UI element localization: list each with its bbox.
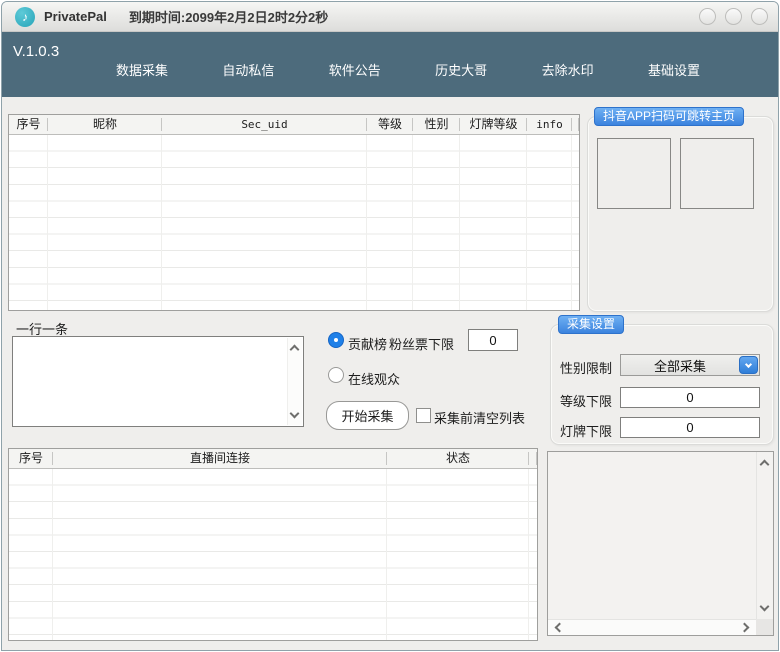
- clear-before-collect-checkbox[interactable]: [416, 408, 431, 423]
- nav-bar: V.1.0.3 数据采集 自动私信 软件公告 历史大哥 去除水印 基础设置: [2, 32, 778, 97]
- qr-panel-title: 抖音APP扫码可跳转主页: [594, 107, 744, 126]
- qr-panel: [587, 116, 774, 312]
- log-vertical-scrollbar[interactable]: [756, 452, 773, 619]
- qr-code-right: [680, 138, 754, 209]
- col-info: info: [527, 115, 572, 134]
- app-logo-music-note-icon: ♪: [15, 7, 35, 27]
- contribution-rank-radio[interactable]: [328, 332, 344, 348]
- scroll-down-icon[interactable]: [290, 409, 300, 419]
- qr-code-left: [597, 138, 671, 209]
- gender-limit-value: 全部采集: [621, 356, 739, 375]
- contribution-rank-label[interactable]: 贡献榜: [348, 334, 387, 353]
- close-button[interactable]: [751, 8, 768, 25]
- online-viewers-label[interactable]: 在线观众: [348, 369, 400, 388]
- scrollbar-corner: [756, 619, 773, 635]
- user-table: 序号 昵称 Sec_uid 等级 性别 灯牌等级 info: [8, 114, 580, 311]
- col-sec-uid: Sec_uid: [162, 115, 367, 134]
- expiry-time-text: 到期时间:2099年2月2日2时2分2秒: [129, 7, 328, 26]
- fans-ticket-min-input[interactable]: [468, 329, 518, 351]
- maximize-button[interactable]: [725, 8, 742, 25]
- online-viewers-radio[interactable]: [328, 367, 344, 383]
- textarea-scrollbar[interactable]: [287, 338, 302, 425]
- level-min-input[interactable]: [620, 387, 760, 408]
- user-table-header: 序号 昵称 Sec_uid 等级 性别 灯牌等级 info: [9, 115, 579, 135]
- nav-tabs: 数据采集 自动私信 软件公告 历史大哥 去除水印 基础设置: [110, 58, 706, 80]
- minimize-button[interactable]: [699, 8, 716, 25]
- room-links-textarea[interactable]: [12, 336, 304, 427]
- tab-remove-watermark[interactable]: 去除水印: [536, 57, 600, 82]
- col-nickname: 昵称: [48, 115, 162, 134]
- log-output-box: [547, 451, 774, 636]
- gender-limit-select[interactable]: 全部采集: [620, 354, 760, 376]
- tab-basic-settings[interactable]: 基础设置: [642, 57, 706, 82]
- scroll-up-icon[interactable]: [760, 460, 770, 470]
- col-room-index: 序号: [9, 449, 53, 468]
- tab-data-collect[interactable]: 数据采集: [110, 57, 174, 82]
- collect-settings-title: 采集设置: [558, 315, 624, 334]
- col-spacer: [572, 115, 579, 134]
- room-table-header: 序号 直播间连接 状态: [9, 449, 537, 469]
- chevron-down-icon: [745, 360, 752, 367]
- combo-dropdown-button[interactable]: [739, 356, 758, 374]
- app-window: ♪ PrivatePal 到期时间:2099年2月2日2时2分2秒 V.1.0.…: [1, 1, 779, 651]
- level-min-label: 等级下限: [560, 391, 612, 410]
- lamp-min-input[interactable]: [620, 417, 760, 438]
- tab-auto-message[interactable]: 自动私信: [216, 57, 280, 82]
- scroll-up-icon[interactable]: [290, 345, 300, 355]
- clear-before-collect-label[interactable]: 采集前清空列表: [434, 408, 525, 427]
- room-table: 序号 直播间连接 状态: [8, 448, 538, 641]
- lamp-min-label: 灯牌下限: [560, 421, 612, 440]
- col-lamp-level: 灯牌等级: [460, 115, 527, 134]
- user-table-body: [9, 135, 579, 310]
- col-index: 序号: [9, 115, 48, 134]
- window-controls: [699, 8, 768, 25]
- titlebar: ♪ PrivatePal 到期时间:2099年2月2日2时2分2秒: [2, 2, 778, 32]
- app-title: PrivatePal: [44, 9, 107, 24]
- col-room-link: 直播间连接: [53, 449, 387, 468]
- col-level: 等级: [367, 115, 413, 134]
- scroll-right-icon[interactable]: [740, 623, 750, 633]
- scroll-left-icon[interactable]: [555, 623, 565, 633]
- col-room-status: 状态: [387, 449, 529, 468]
- fans-ticket-min-label: 粉丝票下限: [389, 334, 454, 353]
- scroll-down-icon[interactable]: [760, 602, 770, 612]
- version-label: V.1.0.3: [13, 43, 59, 60]
- tab-announcement[interactable]: 软件公告: [323, 57, 387, 82]
- col-room-spacer: [529, 449, 537, 468]
- room-table-body: [9, 469, 537, 640]
- tab-history-patron[interactable]: 历史大哥: [429, 57, 493, 82]
- log-horizontal-scrollbar[interactable]: [548, 619, 756, 635]
- col-gender: 性别: [413, 115, 460, 134]
- start-collect-button[interactable]: 开始采集: [326, 401, 409, 430]
- gender-limit-label: 性别限制: [560, 358, 612, 377]
